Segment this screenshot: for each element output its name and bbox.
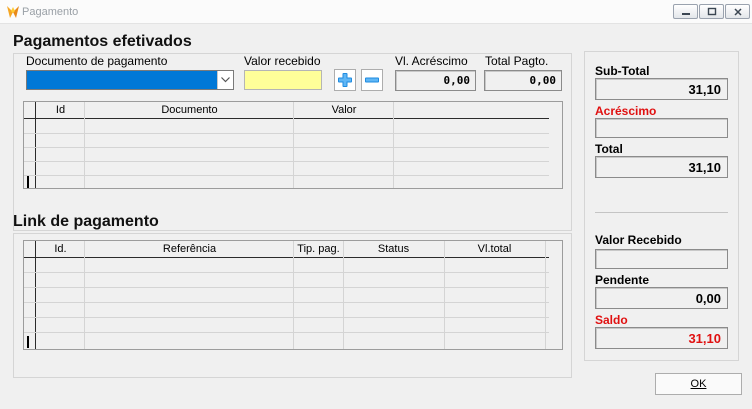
column-header-id[interactable]: Id. [36, 241, 85, 257]
pagamentos-grid[interactable]: Id Documento Valor [23, 101, 563, 189]
total-pagto-field: 0,00 [484, 70, 562, 91]
column-header-id[interactable]: Id [36, 102, 85, 118]
window-title: Pagamento [22, 6, 79, 18]
valor-recebido-summary-label: Valor Recebido [595, 233, 682, 247]
column-header-valor[interactable]: Valor [294, 102, 394, 118]
valor-recebido-summary-field [595, 249, 728, 269]
saldo-value: 31,10 [688, 331, 721, 346]
total-label: Total [595, 142, 623, 156]
row-indicator [27, 176, 29, 188]
column-header-documento[interactable]: Documento [85, 102, 294, 118]
subtotal-field: 31,10 [595, 78, 728, 100]
column-header-vl-total[interactable]: Vl.total [444, 241, 545, 257]
pendente-label: Pendente [595, 273, 650, 287]
total-value: 31,10 [688, 160, 721, 175]
chevron-down-icon[interactable] [217, 71, 233, 89]
acrescimo-label: Acréscimo [595, 104, 657, 118]
total-pagto-label: Total Pagto. [485, 54, 549, 68]
app-logo-icon [5, 4, 21, 20]
row-indicator [27, 336, 29, 348]
total-field: 31,10 [595, 156, 728, 178]
remove-payment-button[interactable] [361, 69, 383, 91]
ok-button-label: OK [690, 378, 707, 390]
column-header-status[interactable]: Status [343, 241, 444, 257]
vl-acrescimo-field: 0,00 [395, 70, 476, 91]
maximize-button[interactable] [699, 4, 724, 19]
column-header-tip-pag[interactable]: Tip. pag. [294, 241, 343, 257]
documento-combo[interactable] [26, 70, 234, 90]
pagamentos-section-title: Pagamentos efetivados [13, 33, 192, 50]
acrescimo-field [595, 118, 728, 138]
subtotal-label: Sub-Total [595, 64, 650, 78]
window-client-area: Pagamentos efetivados Documento de pagam… [0, 25, 752, 409]
valor-recebido-label: Valor recebido [244, 54, 321, 68]
minimize-button[interactable] [673, 4, 698, 19]
valor-recebido-input[interactable] [244, 70, 322, 90]
vl-acrescimo-label: Vl. Acréscimo [395, 54, 468, 68]
link-grid[interactable]: Id. Referência Tip. pag. Status Vl.total [23, 240, 563, 350]
vl-acrescimo-value: 0,00 [443, 74, 471, 87]
plus-icon [338, 73, 352, 87]
summary-divider [595, 212, 728, 213]
subtotal-value: 31,10 [688, 82, 721, 97]
total-pagto-value: 0,00 [529, 74, 557, 87]
minus-icon [365, 77, 379, 83]
saldo-label: Saldo [595, 313, 628, 327]
close-button[interactable] [725, 4, 750, 19]
pendente-field: 0,00 [595, 287, 728, 309]
link-section-title: Link de pagamento [13, 213, 159, 230]
pendente-value: 0,00 [695, 291, 721, 306]
pagamentos-grid-header: Id Documento Valor [24, 102, 549, 118]
ok-button[interactable]: OK [655, 373, 742, 395]
documento-label: Documento de pagamento [26, 54, 168, 68]
column-header-referencia[interactable]: Referência [85, 241, 294, 257]
saldo-field: 31,10 [595, 327, 728, 349]
link-grid-header: Id. Referência Tip. pag. Status Vl.total [24, 241, 549, 257]
title-bar[interactable]: Pagamento [0, 0, 752, 24]
add-payment-button[interactable] [334, 69, 356, 91]
